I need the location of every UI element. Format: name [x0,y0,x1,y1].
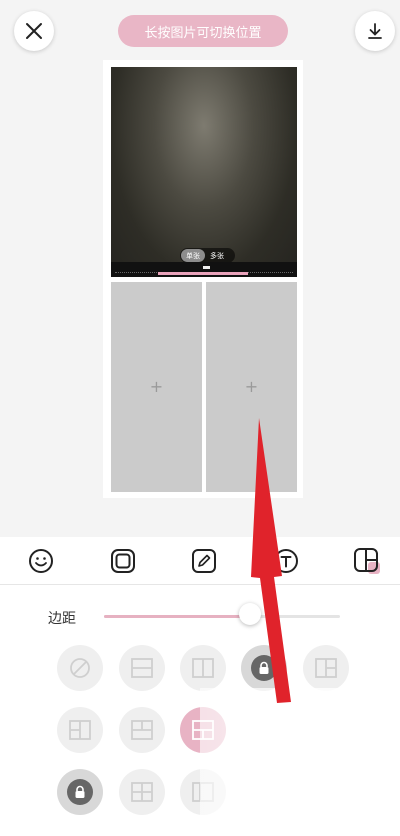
photo-cell[interactable]: 单张 多张 [111,67,297,277]
tool-bar [0,537,400,585]
margin-slider-fill [104,615,251,618]
photo-progress-indicator [158,272,248,275]
text-icon [274,549,298,573]
layout-option-t-grid[interactable] [303,645,349,691]
margin-slider[interactable] [104,615,340,618]
text-tool[interactable] [272,547,300,575]
single-option[interactable]: 单张 [181,249,205,262]
sticker-tool[interactable] [27,547,55,575]
layout-option-four-grid[interactable] [119,769,165,815]
pen-icon [192,549,216,573]
hint-text: 长按图片可切换位置 [144,25,262,41]
hint-banner: 长按图片可切换位置 [118,15,288,47]
layout-tool[interactable] [353,547,381,575]
close-button[interactable] [14,11,54,51]
layout-option-left-big[interactable] [57,707,103,753]
grid-t-icon [315,658,337,678]
close-icon [26,23,42,39]
multi-option[interactable]: 多张 [205,251,229,261]
corner-fade-overlay [200,688,400,836]
layout-icon [354,548,380,574]
split-horizontal-icon [131,658,153,678]
lock-badge [251,655,277,681]
grid-left-big-icon [69,720,91,740]
layout-option-horizontal[interactable] [119,645,165,691]
no-layout-icon [70,658,90,678]
smiley-icon [29,549,53,573]
lock-icon [75,785,85,798]
margin-label: 边距 [48,611,76,627]
layout-option-locked-2[interactable] [57,769,103,815]
collage-canvas: 单张 多张 + + [103,60,303,498]
download-button[interactable] [355,11,395,51]
frame-tool[interactable] [109,547,137,575]
layout-option-none[interactable] [57,645,103,691]
photo-bottom-strip [111,262,297,277]
split-vertical-icon [192,658,214,678]
frame-icon [111,549,135,573]
top-bar: 长按图片可切换位置 [0,0,400,60]
layout-option-locked[interactable] [241,645,287,691]
empty-cell-left[interactable]: + [111,282,202,492]
lock-badge [67,779,93,805]
empty-cell-right[interactable]: + [206,282,297,492]
grid-top-split-icon [131,720,153,740]
lock-icon [259,661,269,674]
photo-mode-toggle[interactable]: 单张 多张 [180,248,235,263]
margin-slider-thumb[interactable] [239,603,262,625]
download-icon [368,23,382,39]
add-photo-icon: + [244,377,259,396]
layout-option-top-split[interactable] [119,707,165,753]
add-photo-icon: + [149,377,164,396]
layout-option-vertical[interactable] [180,645,226,691]
grid-four-icon [131,782,153,802]
brush-tool[interactable] [190,547,218,575]
